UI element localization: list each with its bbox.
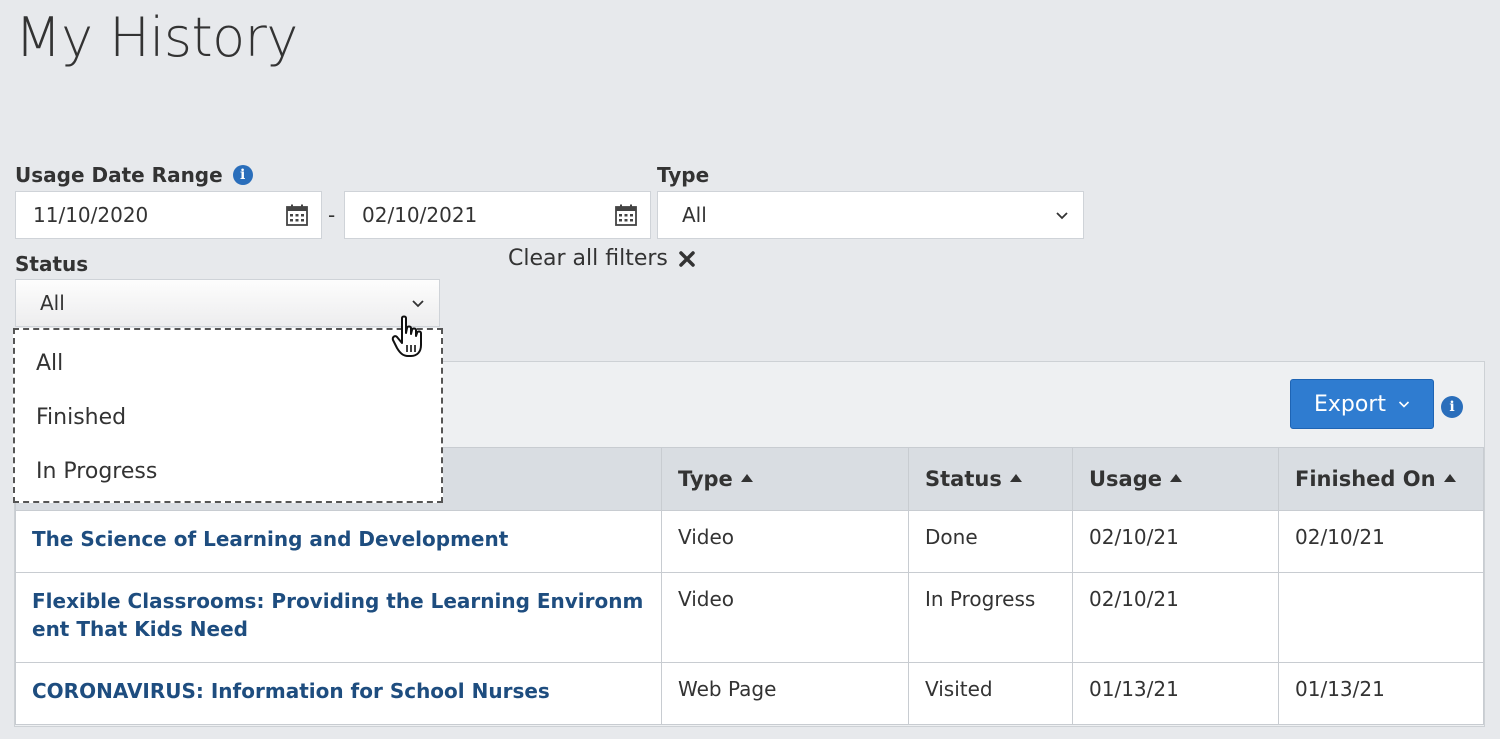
type-select-value: All xyxy=(682,203,707,227)
chevron-down-icon xyxy=(1398,401,1410,408)
export-button[interactable]: Export xyxy=(1290,379,1434,429)
calendar-icon[interactable] xyxy=(285,203,309,227)
column-header-label: Usage xyxy=(1089,467,1162,491)
table-row: Flexible Classrooms: Providing the Learn… xyxy=(15,572,1484,663)
column-header-label: Finished On xyxy=(1295,467,1436,491)
title-link[interactable]: CORONAVIRUS: Information for School Nurs… xyxy=(32,679,550,703)
status-select[interactable]: All xyxy=(15,279,440,327)
column-header-type[interactable]: Type xyxy=(661,447,909,511)
column-header-label: Status xyxy=(925,467,1002,491)
type-cell: Video xyxy=(661,510,909,573)
title-cell: CORONAVIRUS: Information for School Nurs… xyxy=(15,662,662,725)
dropdown-option-in-progress[interactable]: In Progress xyxy=(15,444,441,498)
title-link[interactable]: Flexible Classrooms: Providing the Learn… xyxy=(32,589,643,641)
dropdown-option-all[interactable]: All xyxy=(15,336,441,390)
info-icon[interactable]: i xyxy=(232,165,253,185)
title-cell: The Science of Learning and Development xyxy=(15,510,662,573)
sort-ascending-icon xyxy=(1170,474,1182,482)
status-cell: Done xyxy=(908,510,1073,573)
calendar-icon[interactable] xyxy=(614,203,638,227)
table-row: CORONAVIRUS: Information for School Nurs… xyxy=(15,662,1484,725)
sort-ascending-icon xyxy=(1009,474,1022,482)
status-select-value: All xyxy=(40,291,65,315)
table-row: The Science of Learning and Development … xyxy=(15,510,1484,573)
dropdown-option-finished[interactable]: Finished xyxy=(15,390,441,444)
title-cell: Flexible Classrooms: Providing the Learn… xyxy=(15,572,662,663)
usage-cell: 02/10/21 xyxy=(1072,510,1279,573)
title-link[interactable]: The Science of Learning and Development xyxy=(32,527,508,551)
date-range-label-group: Usage Date Range i xyxy=(15,163,253,187)
date-to-value: 02/10/2021 xyxy=(362,203,478,227)
status-cell: In Progress xyxy=(908,572,1073,663)
date-separator: - xyxy=(328,203,336,227)
close-icon xyxy=(679,250,695,267)
usage-cell: 02/10/21 xyxy=(1072,572,1279,663)
status-cell: Visited xyxy=(908,662,1073,725)
sort-ascending-icon xyxy=(740,474,753,482)
date-range-label: Usage Date Range xyxy=(15,163,223,187)
type-cell: Web Page xyxy=(661,662,909,725)
finished-on-cell: 02/10/21 xyxy=(1278,510,1484,573)
column-header-usage[interactable]: Usage xyxy=(1072,447,1279,511)
type-select[interactable]: All xyxy=(657,191,1084,239)
clear-filters-label: Clear all filters xyxy=(508,246,668,271)
chevron-down-icon xyxy=(1056,212,1068,220)
column-header-label: Type xyxy=(678,467,733,491)
type-label: Type xyxy=(657,163,710,187)
column-header-status[interactable]: Status xyxy=(908,447,1073,511)
status-label: Status xyxy=(15,252,89,276)
date-from-value: 11/10/2020 xyxy=(33,203,149,227)
page-title: My History xyxy=(15,6,298,69)
column-header-finished-on[interactable]: Finished On xyxy=(1278,447,1484,511)
date-to-input[interactable]: 02/10/2021 xyxy=(344,191,651,239)
finished-on-cell xyxy=(1278,572,1484,663)
type-cell: Video xyxy=(661,572,909,663)
export-label: Export xyxy=(1313,391,1386,417)
sort-ascending-icon xyxy=(1443,474,1456,482)
finished-on-cell: 01/13/21 xyxy=(1278,662,1484,725)
usage-cell: 01/13/21 xyxy=(1072,662,1279,725)
hand-pointer-cursor-icon xyxy=(391,315,422,357)
chevron-down-icon xyxy=(412,300,424,308)
date-from-input[interactable]: 11/10/2020 xyxy=(15,191,322,239)
status-dropdown-menu: All Finished In Progress xyxy=(13,328,443,503)
info-icon[interactable]: i xyxy=(1441,396,1463,418)
clear-filters-button[interactable]: Clear all filters xyxy=(508,246,696,271)
